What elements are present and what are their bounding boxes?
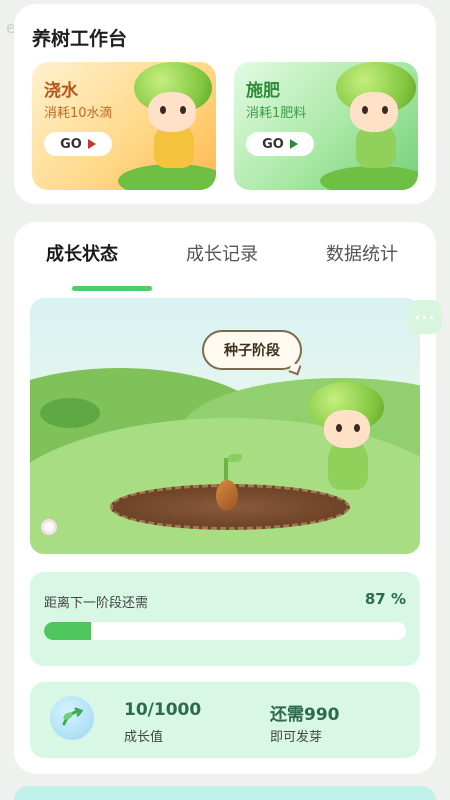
growth-value: 10/1000 (124, 700, 202, 720)
sprout-leaf (228, 454, 242, 462)
active-tab-indicator (72, 286, 152, 291)
play-icon (87, 139, 96, 149)
growth-arrow-icon (50, 696, 94, 740)
tab-bar: 成长状态 成长记录 数据统计 (14, 240, 436, 291)
progress-label: 距离下一阶段还需 (44, 596, 149, 611)
water-go-label: GO (60, 136, 82, 152)
water-card[interactable]: 浇水 消耗10水滴 GO (32, 62, 216, 190)
growth-caption: 成长值 (124, 730, 164, 745)
fertilize-title: 施肥 (246, 81, 280, 101)
mascot-scene-image (308, 382, 388, 498)
tree-scene: 种子阶段 (30, 298, 420, 554)
mascot-fertilizing-image (320, 62, 418, 190)
remaining-caption: 即可发芽 (270, 730, 323, 745)
stage-bubble: 种子阶段 (202, 330, 302, 370)
growth-panel: 成长状态 成长记录 数据统计 种子阶段 距离下一阶段还需 87 % 10/100… (14, 222, 436, 774)
more-button[interactable]: ··· (408, 300, 442, 334)
progress-track (44, 622, 406, 640)
growth-stats-card: 10/1000 成长值 还需990 即可发芽 (30, 682, 420, 758)
water-title: 浇水 (44, 81, 78, 101)
workbench-title: 养树工作台 (32, 28, 128, 50)
fertilize-go-label: GO (262, 136, 284, 152)
fertilize-card[interactable]: 施肥 消耗1肥料 GO (234, 62, 418, 190)
play-icon (289, 139, 298, 149)
seed (216, 480, 238, 510)
fertilize-cost: 消耗1肥料 (246, 106, 307, 121)
progress-fill (44, 622, 92, 640)
fertilize-go-button[interactable]: GO (246, 132, 314, 156)
bubble-tail (288, 362, 302, 376)
water-go-button[interactable]: GO (44, 132, 112, 156)
remaining-value: 还需990 (270, 705, 340, 725)
stage-progress-card: 距离下一阶段还需 87 % (30, 572, 420, 666)
progress-percent: 87 % (364, 590, 406, 608)
next-card-edge (14, 786, 436, 800)
flower-decoration (44, 522, 54, 532)
mascot-watering-image (118, 62, 216, 190)
tab-data-stats[interactable]: 数据统计 (326, 240, 398, 266)
tab-growth-record[interactable]: 成长记录 (186, 240, 258, 266)
workbench-card: 养树工作台 浇水 消耗10水滴 GO 施肥 消耗1肥料 GO (14, 4, 436, 204)
tab-growth-status[interactable]: 成长状态 (46, 240, 118, 266)
water-cost: 消耗10水滴 (44, 106, 113, 121)
